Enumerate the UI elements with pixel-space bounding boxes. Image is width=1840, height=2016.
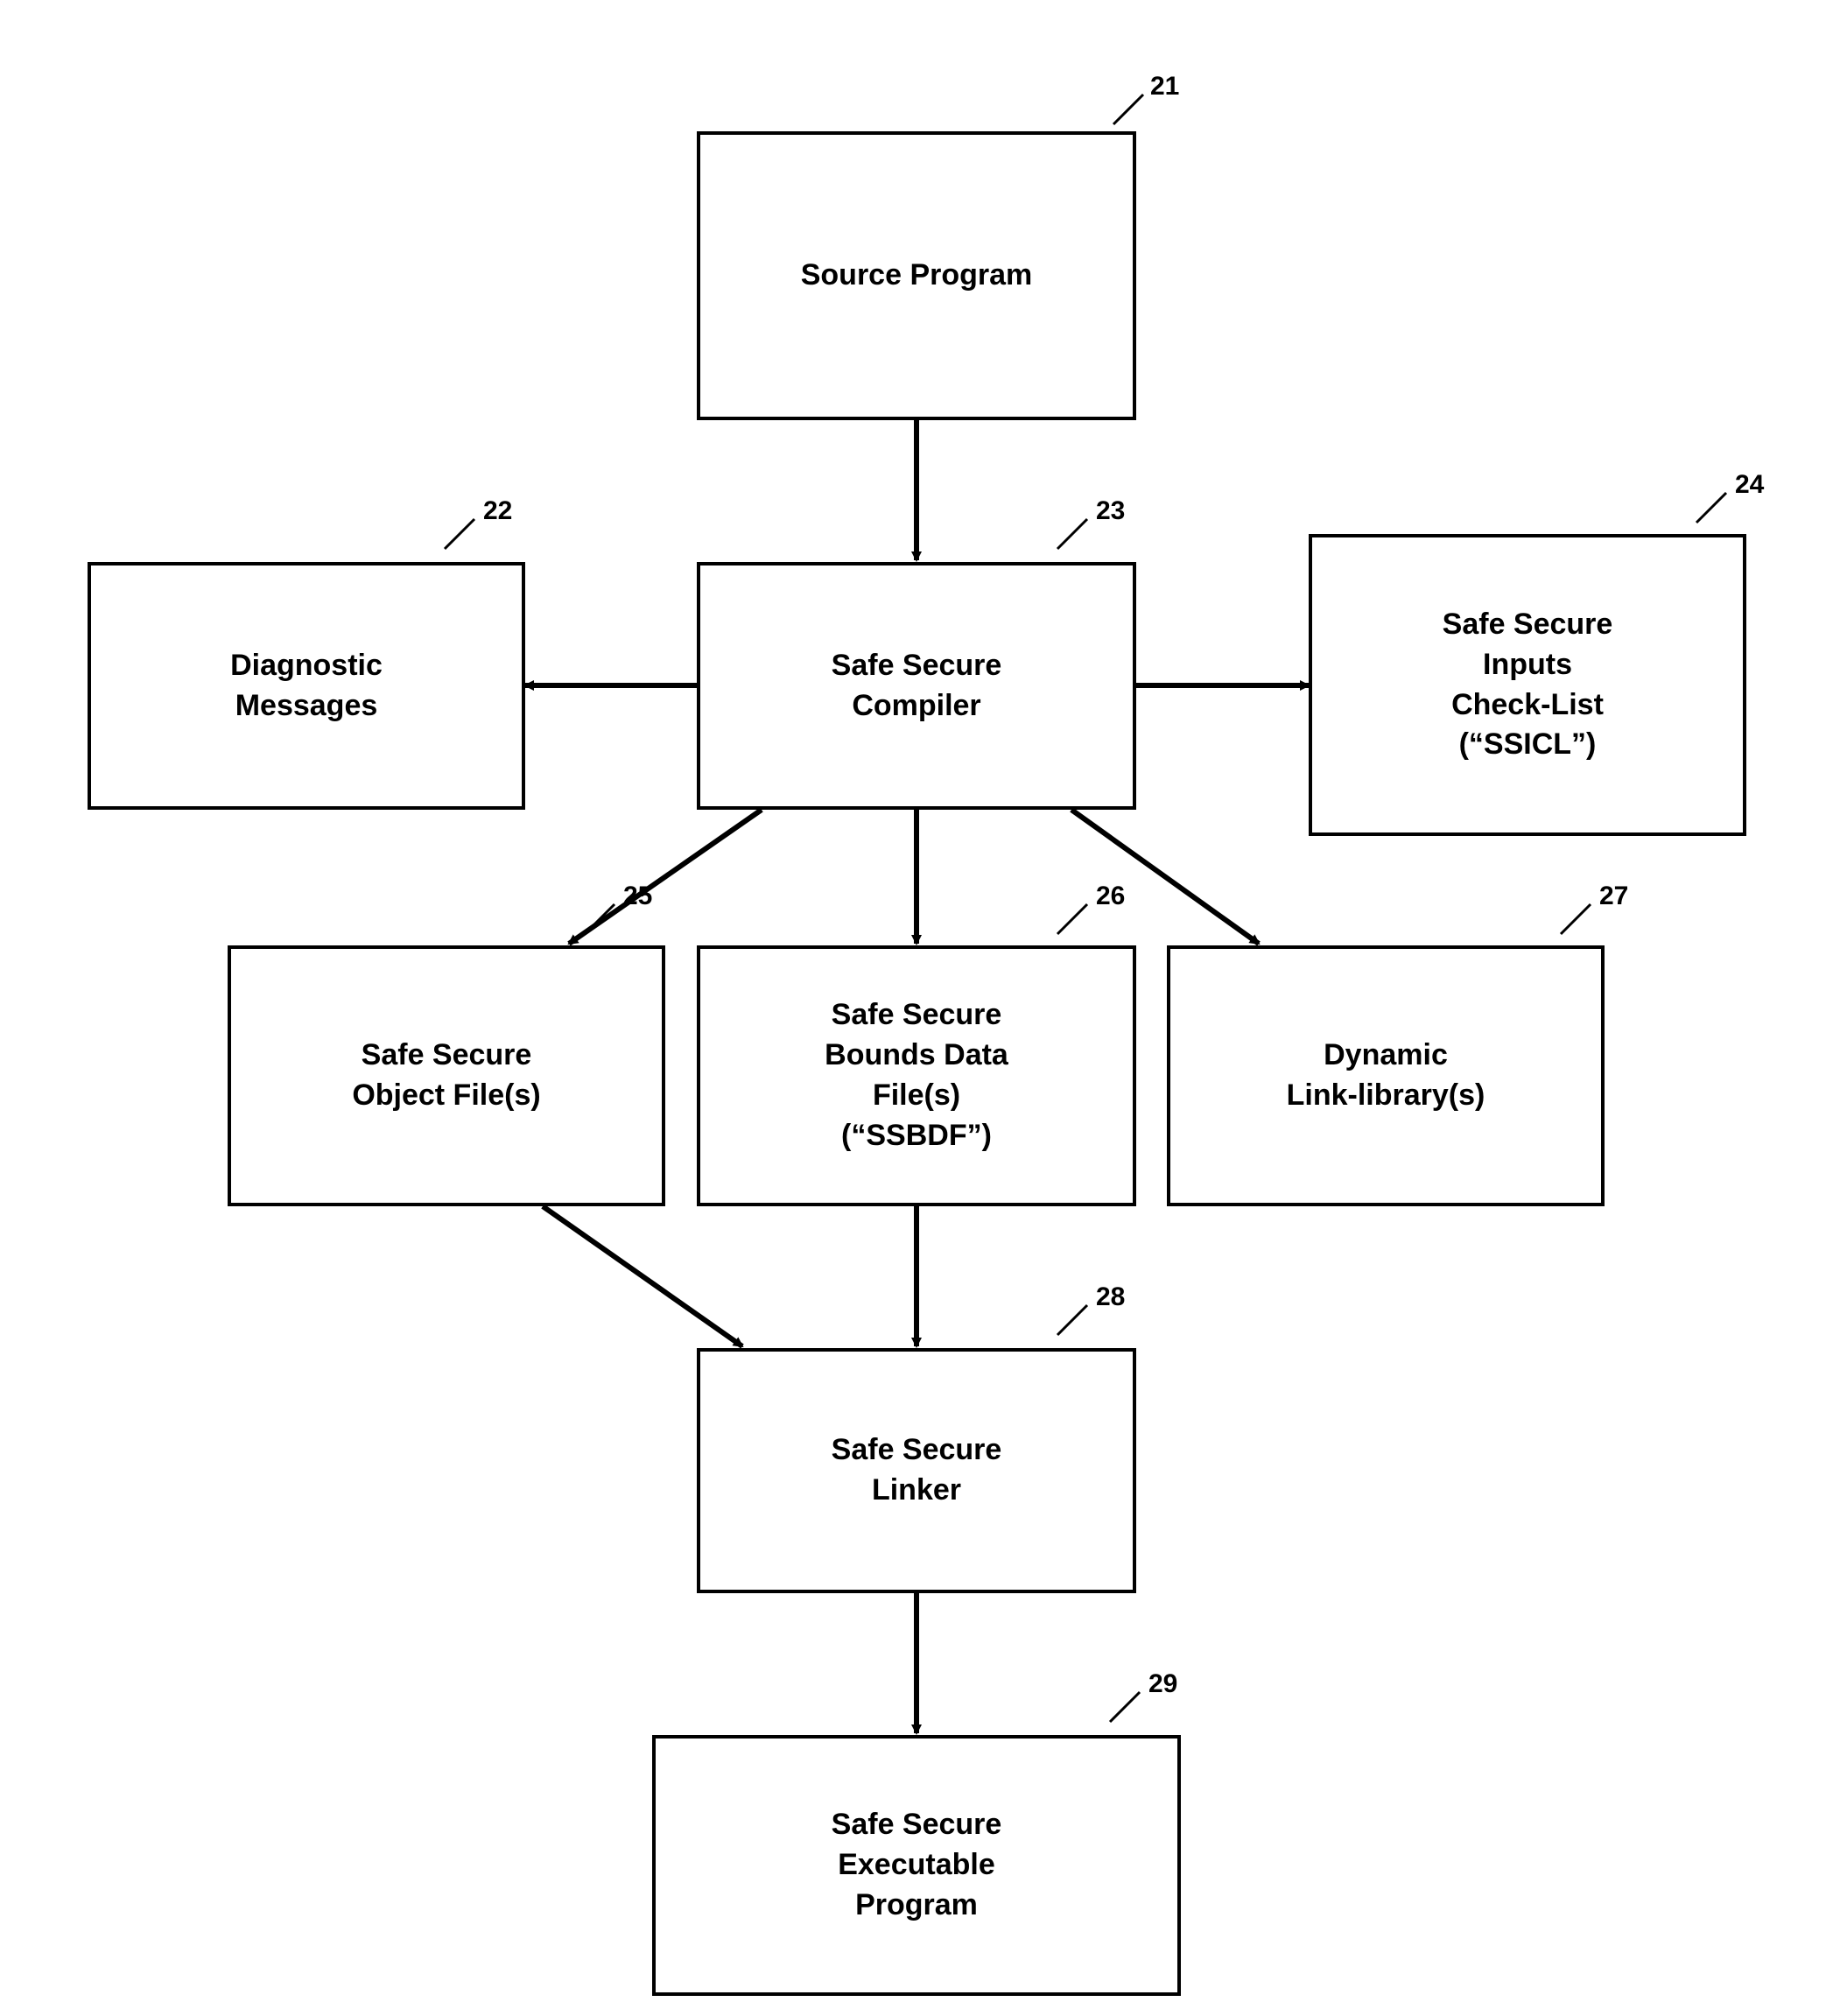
ref-tick-icon [1554,897,1598,941]
box-source-program: Source Program [697,131,1136,420]
box-label: Dynamic Link-library(s) [1287,1036,1485,1116]
box-label: Safe Secure Inputs Check-List (“SSICL”) [1443,605,1613,766]
box-label: Safe Secure Bounds Data File(s) (“SSBDF”… [825,995,1008,1156]
ref-label: 27 [1599,882,1628,911]
box-label: Safe Secure Linker [832,1430,1002,1511]
box-label: Safe Secure Compiler [832,646,1002,727]
ref-label: 28 [1096,1282,1125,1312]
ref-tick-icon [1689,486,1733,530]
ref-label: 23 [1096,496,1125,526]
ref-tick-icon [578,897,622,941]
box-label: Source Program [801,256,1033,296]
box-label: Safe Secure Object File(s) [352,1036,540,1116]
ref-label: 24 [1735,470,1764,500]
box-dynamic-link-library: Dynamic Link-library(s) [1167,945,1605,1206]
ref-tick-icon [1050,512,1094,556]
box-safe-secure-inputs-check-list: Safe Secure Inputs Check-List (“SSICL”) [1309,534,1746,836]
ref-tick-icon [1106,88,1150,131]
box-safe-secure-compiler: Safe Secure Compiler [697,562,1136,810]
ref-label: 25 [623,882,652,911]
ref-label: 26 [1096,882,1125,911]
ref-tick-icon [1103,1685,1147,1729]
box-safe-secure-linker: Safe Secure Linker [697,1348,1136,1593]
ref-label: 29 [1148,1669,1177,1699]
box-safe-secure-object-files: Safe Secure Object File(s) [228,945,665,1206]
ref-tick-icon [1050,1298,1094,1342]
box-safe-secure-executable-program: Safe Secure Executable Program [652,1735,1181,1996]
box-safe-secure-bounds-data-files: Safe Secure Bounds Data File(s) (“SSBDF”… [697,945,1136,1206]
box-diagnostic-messages: Diagnostic Messages [88,562,525,810]
ref-label: 22 [483,496,512,526]
ref-label: 21 [1150,72,1179,102]
flowchart-canvas: Source Program 21 Diagnostic Messages 22… [0,0,1840,2016]
box-label: Diagnostic Messages [230,646,383,727]
ref-tick-icon [438,512,481,556]
ref-tick-icon [1050,897,1094,941]
box-label: Safe Secure Executable Program [832,1805,1002,1926]
